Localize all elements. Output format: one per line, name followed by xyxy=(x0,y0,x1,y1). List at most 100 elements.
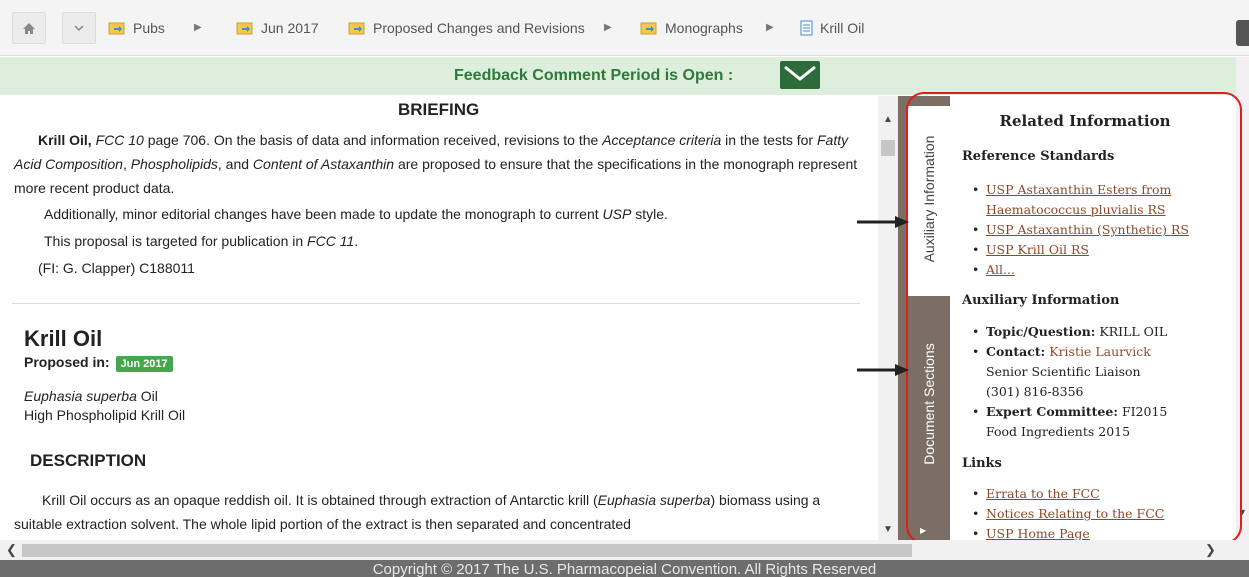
chevron-down-icon xyxy=(74,24,84,31)
breadcrumb-separator-icon: ▶ xyxy=(604,22,612,33)
list-item: Topic/Question: KRILL OIL xyxy=(972,322,1232,342)
breadcrumb-label: Pubs xyxy=(133,20,165,36)
briefing-name: Krill Oil, xyxy=(38,132,92,148)
home-button[interactable] xyxy=(12,12,46,44)
contact-name-link[interactable]: Kristie Laurvick xyxy=(1049,344,1151,359)
breadcrumb-separator-icon: ▶ xyxy=(766,22,774,33)
scrollbar-thumb[interactable] xyxy=(22,544,912,557)
description-heading: DESCRIPTION xyxy=(30,451,147,470)
auxiliary-heading: Auxiliary Information xyxy=(962,293,1120,308)
alternate-name: Euphasia superba Oil xyxy=(24,388,158,404)
breadcrumb-jun-2017[interactable]: Jun 2017 xyxy=(236,20,319,36)
breadcrumb-separator-icon: ▶ xyxy=(194,22,202,33)
tab-label: Document Sections xyxy=(921,343,937,465)
briefing-text: page 706. On the basis of data and infor… xyxy=(143,132,603,148)
side-tabs: Auxiliary Information Document Sections … xyxy=(898,96,950,540)
breadcrumb-monographs[interactable]: Monographs xyxy=(640,20,743,36)
briefing-italic: USP xyxy=(602,206,632,222)
print-button[interactable] xyxy=(1236,20,1249,46)
reference-standards-list: USP Astaxanthin Esters from Haematococcu… xyxy=(972,180,1232,280)
history-dropdown-button[interactable] xyxy=(62,12,96,44)
alt-name-text: Oil xyxy=(136,388,158,404)
briefing-editorial-note: Additionally, minor editorial changes ha… xyxy=(44,206,668,222)
briefing-text: , and xyxy=(217,156,253,172)
tab-document-sections[interactable]: Document Sections xyxy=(908,296,950,536)
envelope-icon[interactable] xyxy=(780,61,820,89)
monograph-content: BRIEFING Krill Oil, FCC 10 page 706. On … xyxy=(0,96,878,540)
scroll-down-icon[interactable]: ▼ xyxy=(1238,507,1247,517)
briefing-italic: Phospholipids xyxy=(130,156,218,172)
breadcrumb-krill-oil[interactable]: Krill Oil xyxy=(800,20,864,36)
briefing-italic: Content of Astaxanthin xyxy=(252,156,395,172)
contact-title: Senior Scientific Liaison xyxy=(986,364,1141,379)
list-item: Notices Relating to the FCC xyxy=(972,504,1232,524)
briefing-ref: FCC 10 xyxy=(95,132,144,148)
briefing-fi-note: (FI: G. Clapper) C188011 xyxy=(38,260,195,276)
list-item: USP Astaxanthin (Synthetic) RS xyxy=(972,220,1232,240)
briefing-paragraph: Krill Oil, FCC 10 page 706. On the basis… xyxy=(14,128,864,200)
briefing-text: . xyxy=(354,233,359,249)
alternate-name: High Phospholipid Krill Oil xyxy=(24,407,186,423)
list-item: All... xyxy=(972,260,1232,280)
briefing-text: This proposal is targeted for publicatio… xyxy=(44,233,308,249)
external-link[interactable]: USP Home Page xyxy=(986,526,1090,540)
briefing-target-note: This proposal is targeted for publicatio… xyxy=(44,233,358,249)
page-vertical-scrollbar[interactable]: ▼ xyxy=(1236,57,1249,560)
document-icon xyxy=(800,20,813,36)
proposed-badge[interactable]: Jun 2017 xyxy=(115,356,173,372)
collapse-arrow-icon[interactable]: ▶ xyxy=(920,526,926,535)
alt-name-italic: Euphasia superba xyxy=(24,388,137,404)
content-vertical-scrollbar[interactable]: ▲ ▼ xyxy=(878,96,898,540)
reference-link[interactable]: USP Astaxanthin (Synthetic) RS xyxy=(986,222,1189,237)
scrollbar-thumb[interactable] xyxy=(881,140,895,156)
breadcrumb-toolbar: Pubs ▶ Jun 2017 Proposed Changes and Rev… xyxy=(0,0,1249,56)
reference-link[interactable]: All... xyxy=(986,262,1015,277)
list-item: USP Home Page xyxy=(972,524,1232,540)
description-text: Krill Oil occurs as an opaque reddish oi… xyxy=(42,492,598,508)
auxiliary-list: Topic/Question: KRILL OIL Contact: Krist… xyxy=(972,322,1232,442)
arrow-annotation-icon xyxy=(857,364,909,376)
links-list: Errata to the FCC Notices Relating to th… xyxy=(972,484,1232,540)
breadcrumb-label: Proposed Changes and Revisions xyxy=(373,20,585,36)
breadcrumb-proposed-changes[interactable]: Proposed Changes and Revisions xyxy=(348,20,585,36)
feedback-text: Feedback Comment Period is Open : xyxy=(454,67,734,84)
briefing-heading: BRIEFING xyxy=(398,100,480,119)
proposed-label: Proposed in: xyxy=(24,354,110,370)
topic-label: Topic/Question: xyxy=(986,324,1096,339)
links-heading: Links xyxy=(962,456,1002,471)
scroll-right-icon[interactable]: ❯ xyxy=(1205,542,1216,558)
reference-link[interactable]: USP Astaxanthin Esters from Haematococcu… xyxy=(986,182,1171,217)
reference-standards-heading: Reference Standards xyxy=(962,149,1115,164)
folder-arrow-icon xyxy=(348,22,365,35)
breadcrumb-pubs[interactable]: Pubs xyxy=(108,20,165,36)
external-link[interactable]: Errata to the FCC xyxy=(986,486,1100,501)
list-item: Contact: Kristie Laurvick Senior Scientif… xyxy=(972,342,1232,402)
horizontal-scrollbar[interactable]: ❮ ❯ xyxy=(0,540,1236,560)
breadcrumb-label: Krill Oil xyxy=(820,20,865,36)
briefing-italic: Acceptance criteria xyxy=(602,132,722,148)
reference-link[interactable]: USP Krill Oil RS xyxy=(986,242,1089,257)
related-title: Related Information xyxy=(999,112,1171,130)
related-information-panel: Related Information Reference Standards … xyxy=(950,96,1236,540)
list-item: Expert Committee: FI2015 Food Ingredients… xyxy=(972,402,1232,442)
breadcrumb-label: Monographs xyxy=(665,20,743,36)
contact-phone: (301) 816-8356 xyxy=(986,384,1084,399)
arrow-annotation-icon xyxy=(857,216,909,228)
topic-value: KRILL OIL xyxy=(1099,324,1168,339)
briefing-text: Additionally, minor editorial changes ha… xyxy=(44,206,603,222)
external-link[interactable]: Notices Relating to the FCC xyxy=(986,506,1164,521)
folder-arrow-icon xyxy=(108,22,125,35)
committee-value: Food Ingredients 2015 xyxy=(986,424,1131,439)
scroll-up-icon[interactable]: ▲ xyxy=(883,114,893,125)
list-item: Errata to the FCC xyxy=(972,484,1232,504)
feedback-banner: Feedback Comment Period is Open : xyxy=(0,57,1236,95)
briefing-text: style. xyxy=(631,206,668,222)
list-item: USP Astaxanthin Esters from Haematococcu… xyxy=(972,180,1232,220)
monograph-title: Krill Oil xyxy=(24,326,103,351)
tab-auxiliary-information[interactable]: Auxiliary Information xyxy=(908,106,950,296)
briefing-italic: FCC 11 xyxy=(307,233,355,249)
folder-arrow-icon xyxy=(236,22,253,35)
scroll-left-icon[interactable]: ❮ xyxy=(6,542,17,558)
committee-label: Expert Committee: xyxy=(986,404,1118,419)
scroll-down-icon[interactable]: ▼ xyxy=(883,524,893,535)
